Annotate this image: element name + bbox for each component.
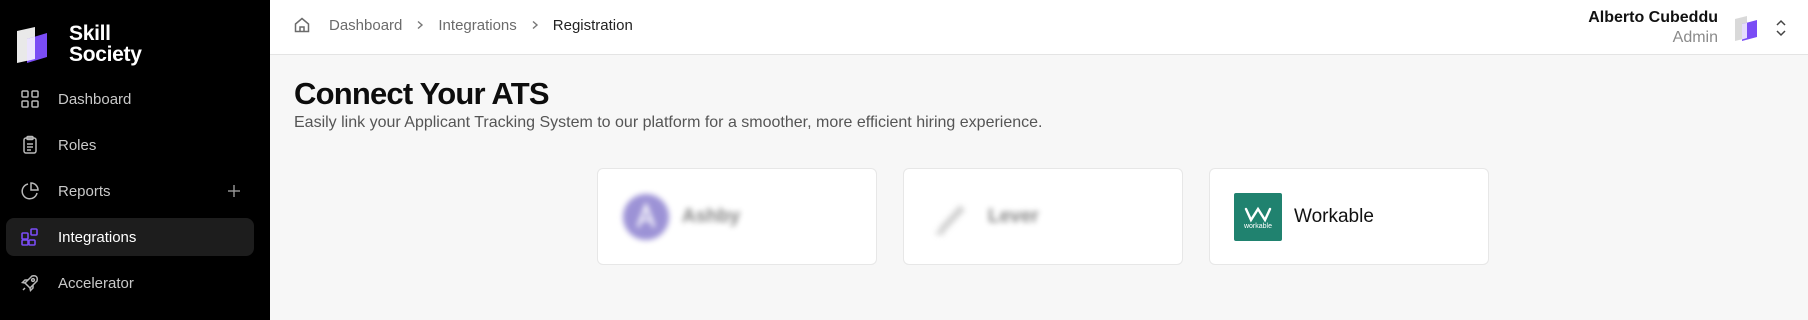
ats-card-label: Workable	[1294, 205, 1374, 227]
breadcrumb-item-current: Registration	[552, 16, 633, 34]
page-subtitle: Easily link your Applicant Tracking Syst…	[294, 114, 1043, 131]
workable-logo-text: workable	[1243, 223, 1272, 230]
ats-card-list: Ashby Lever workable Workable	[597, 168, 1515, 265]
grid-icon	[19, 88, 41, 110]
brand-name-line1: Skill	[69, 22, 111, 45]
sidebar-item-label: Roles	[58, 136, 97, 154]
chevron-right-icon	[530, 20, 540, 30]
sidebar-item-accelerator[interactable]: Accelerator	[6, 264, 254, 302]
brand-name-line2: Society	[69, 43, 142, 66]
brand-name: Skill Society	[69, 23, 142, 65]
add-report-button[interactable]	[224, 181, 244, 201]
breadcrumb: Dashboard Integrations Registration	[293, 14, 633, 36]
ashby-logo-icon	[622, 193, 670, 241]
breadcrumb-item-integrations[interactable]: Integrations	[438, 17, 516, 34]
pie-chart-icon	[19, 180, 41, 202]
rocket-icon	[19, 272, 41, 294]
sidebar-item-dashboard[interactable]: Dashboard	[6, 80, 254, 118]
page-title: Connect Your ATS	[294, 76, 550, 111]
brand-logo-icon	[13, 23, 55, 65]
sidebar: Skill Society Dashboard Roles Reports In…	[0, 0, 270, 320]
ats-card-lever[interactable]: Lever	[903, 168, 1183, 265]
chevron-up-down-icon[interactable]	[1770, 18, 1792, 38]
workable-logo-icon: workable	[1234, 192, 1282, 241]
ats-card-ashby[interactable]: Ashby	[597, 168, 877, 265]
lever-logo-icon	[928, 193, 976, 241]
home-icon[interactable]	[293, 16, 311, 34]
sidebar-item-roles[interactable]: Roles	[6, 126, 254, 164]
breadcrumb-item-dashboard[interactable]: Dashboard	[329, 17, 402, 34]
integrations-icon	[19, 226, 41, 248]
sidebar-item-label: Integrations	[58, 228, 137, 246]
sidebar-item-label: Dashboard	[58, 90, 132, 108]
sidebar-item-label: Reports	[58, 182, 111, 200]
user-info: Alberto Cubeddu Admin	[1588, 8, 1718, 47]
user-role: Admin	[1672, 29, 1718, 46]
sidebar-item-integrations[interactable]: Integrations	[6, 218, 254, 256]
ats-card-label: Lever	[988, 205, 1039, 227]
clipboard-icon	[19, 134, 41, 156]
user-menu[interactable]: Alberto Cubeddu Admin	[1588, 0, 1808, 55]
avatar[interactable]	[1732, 13, 1762, 43]
sidebar-item-label: Accelerator	[58, 274, 134, 292]
sidebar-nav: Dashboard Roles Reports Integrations Acc…	[6, 80, 254, 310]
ats-card-workable[interactable]: workable Workable	[1209, 168, 1489, 265]
ats-card-label: Ashby	[682, 205, 741, 227]
main-content: Connect Your ATS Easily link your Applic…	[270, 56, 1808, 320]
sidebar-item-reports[interactable]: Reports	[6, 172, 254, 210]
topbar: Dashboard Integrations Registration Albe…	[270, 0, 1808, 55]
chevron-right-icon	[415, 20, 425, 30]
brand[interactable]: Skill Society	[13, 23, 142, 65]
user-name: Alberto Cubeddu	[1588, 9, 1718, 26]
